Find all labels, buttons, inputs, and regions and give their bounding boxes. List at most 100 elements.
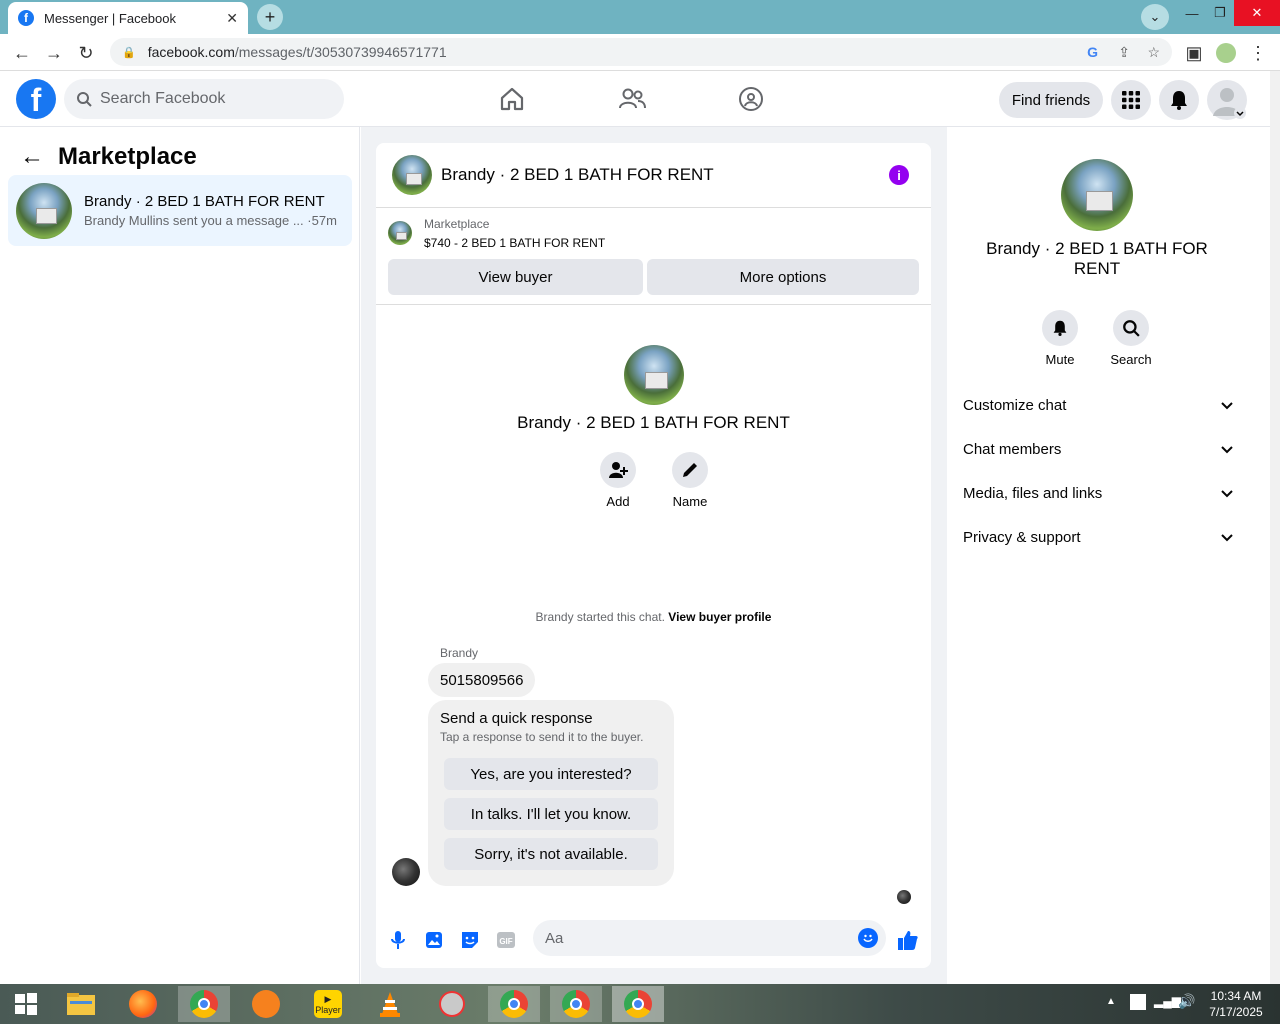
view-buyer-profile-link[interactable]: View buyer profile bbox=[668, 610, 771, 624]
magnifier-icon bbox=[1113, 310, 1149, 346]
groups-icon[interactable] bbox=[737, 85, 765, 113]
forward-arrow-icon[interactable]: → bbox=[42, 41, 66, 65]
browser-tab-strip: f Messenger | Facebook ✕ + ⌄ — ❐ ✕ bbox=[0, 0, 1280, 34]
photo-icon[interactable] bbox=[422, 928, 446, 952]
emoji-icon[interactable] bbox=[858, 928, 878, 948]
notifications-bell-icon[interactable] bbox=[1159, 80, 1199, 120]
edit-name-button[interactable]: Name bbox=[660, 452, 720, 509]
chat-header: Brandy · 2 BED 1 BATH FOR RENT i bbox=[376, 143, 931, 208]
listing-title[interactable]: $740 - 2 BED 1 BATH FOR RENT bbox=[424, 236, 605, 250]
view-buyer-button[interactable]: View buyer bbox=[388, 259, 643, 295]
conversation-list-panel: ← Marketplace Brandy · 2 BED 1 BATH FOR … bbox=[0, 127, 360, 984]
chat-avatar[interactable] bbox=[392, 155, 432, 195]
microphone-icon[interactable] bbox=[386, 928, 410, 952]
section-label: Customize chat bbox=[963, 396, 1067, 414]
sender-avatar bbox=[392, 858, 420, 886]
back-arrow-icon[interactable]: ← bbox=[10, 41, 34, 65]
new-tab-button[interactable]: + bbox=[257, 4, 283, 30]
system-clock[interactable]: 10:34 AM 7/17/2025 bbox=[1200, 988, 1272, 1020]
flag-icon[interactable] bbox=[1130, 994, 1146, 1010]
share-icon[interactable]: ⇪ bbox=[1118, 44, 1130, 61]
media-player-icon[interactable]: ▶ Player bbox=[302, 986, 354, 1022]
file-explorer-icon[interactable] bbox=[55, 986, 107, 1022]
mute-button[interactable]: Mute bbox=[1030, 310, 1090, 367]
search-facebook-input[interactable]: Search Facebook bbox=[64, 79, 344, 119]
search-in-chat-button[interactable]: Search bbox=[1101, 310, 1161, 367]
chat-area: Brandy · 2 BED 1 BATH FOR RENT i Marketp… bbox=[361, 127, 947, 984]
app-feather-icon[interactable] bbox=[426, 986, 478, 1022]
message-composer: GIF Aa bbox=[376, 918, 931, 963]
google-icon[interactable]: G bbox=[1087, 44, 1098, 60]
chat-window: Brandy · 2 BED 1 BATH FOR RENT i Marketp… bbox=[376, 143, 931, 968]
firefox-icon[interactable] bbox=[117, 986, 169, 1022]
chrome-profile-2-icon[interactable] bbox=[488, 986, 540, 1022]
close-tab-icon[interactable]: ✕ bbox=[226, 10, 238, 27]
uc-browser-icon[interactable] bbox=[240, 986, 292, 1022]
chat-members-section[interactable]: Chat members bbox=[963, 437, 1233, 461]
panel-title: ← Marketplace bbox=[20, 143, 197, 171]
profile-icon[interactable] bbox=[1214, 41, 1238, 65]
chevron-down-icon bbox=[1221, 485, 1233, 502]
tab-search-icon[interactable]: ⌄ bbox=[1141, 4, 1169, 30]
media-files-links-section[interactable]: Media, files and links bbox=[963, 481, 1233, 505]
quick-response-card: Send a quick response Tap a response to … bbox=[428, 700, 674, 886]
thumbs-up-icon[interactable] bbox=[896, 928, 920, 952]
home-icon[interactable] bbox=[498, 85, 526, 113]
add-people-button[interactable]: Add bbox=[588, 452, 648, 509]
listing-thumbnail bbox=[388, 221, 412, 245]
chrome-menu-icon[interactable]: ⋮ bbox=[1246, 41, 1270, 65]
chat-title[interactable]: Brandy · 2 BED 1 BATH FOR RENT bbox=[441, 165, 714, 185]
side-panel-icon[interactable]: ▣ bbox=[1182, 41, 1206, 65]
sticker-icon[interactable] bbox=[458, 928, 482, 952]
add-person-icon bbox=[600, 452, 636, 488]
restore-icon[interactable]: ❐ bbox=[1206, 0, 1234, 26]
more-options-button[interactable]: More options bbox=[647, 259, 919, 295]
reload-icon[interactable]: ↻ bbox=[74, 41, 98, 65]
menu-grid-icon[interactable] bbox=[1111, 80, 1151, 120]
address-bar[interactable]: 🔒 facebook.com/messages/t/30530739946571… bbox=[110, 38, 1172, 66]
bookmark-star-icon[interactable]: ☆ bbox=[1147, 44, 1160, 61]
chevron-down-icon bbox=[1221, 529, 1233, 546]
quick-response-in-talks-button[interactable]: In talks. I'll let you know. bbox=[444, 798, 658, 830]
tray-chevron-up-icon[interactable]: ▲ bbox=[1106, 996, 1116, 1007]
friends-icon[interactable] bbox=[618, 85, 646, 113]
message-bubble[interactable]: 5015809566 bbox=[428, 663, 536, 697]
facebook-header: f Search Facebook Find friends bbox=[0, 71, 1270, 127]
sender-name: Brandy bbox=[440, 646, 479, 660]
section-label: Chat members bbox=[963, 440, 1062, 458]
chat-started-notice: Brandy started this chat. View buyer pro… bbox=[376, 610, 931, 624]
facebook-favicon-icon: f bbox=[18, 10, 34, 26]
back-arrow-icon[interactable]: ← bbox=[20, 143, 44, 171]
volume-icon[interactable]: 🔊 bbox=[1178, 993, 1195, 1010]
pencil-icon bbox=[672, 452, 708, 488]
browser-tab[interactable]: f Messenger | Facebook ✕ bbox=[8, 2, 248, 34]
chrome-profile-3-icon[interactable] bbox=[550, 986, 602, 1022]
chat-profile-avatar bbox=[624, 345, 684, 405]
network-icon[interactable]: ▂▄▆ bbox=[1154, 994, 1181, 1008]
marketplace-listing-banner: Marketplace $740 - 2 BED 1 BATH FOR RENT… bbox=[376, 209, 931, 305]
info-icon[interactable]: i bbox=[889, 165, 909, 185]
bell-icon bbox=[1042, 310, 1078, 346]
facebook-logo-icon[interactable]: f bbox=[16, 79, 56, 119]
message-input[interactable]: Aa bbox=[533, 920, 886, 956]
find-friends-button[interactable]: Find friends bbox=[999, 82, 1103, 118]
add-label: Add bbox=[606, 494, 630, 509]
conversation-item[interactable]: Brandy · 2 BED 1 BATH FOR RENT Brandy Mu… bbox=[8, 175, 352, 246]
customize-chat-section[interactable]: Customize chat bbox=[963, 393, 1233, 417]
page-scrollbar[interactable] bbox=[1270, 71, 1280, 984]
chat-details-panel: Brandy · 2 BED 1 BATH FOR RENT Mute Sear… bbox=[947, 143, 1247, 968]
chrome-profile-1-icon[interactable] bbox=[178, 986, 230, 1022]
details-name: Brandy · 2 BED 1 BATH FOR RENT bbox=[986, 239, 1208, 278]
quick-response-yes-button[interactable]: Yes, are you interested? bbox=[444, 758, 658, 790]
chevron-down-icon bbox=[1221, 441, 1233, 458]
quick-response-not-available-button[interactable]: Sorry, it's not available. bbox=[444, 838, 658, 870]
vlc-icon[interactable] bbox=[364, 986, 416, 1022]
privacy-support-section[interactable]: Privacy & support bbox=[963, 525, 1233, 549]
minimize-icon[interactable]: — bbox=[1178, 0, 1206, 26]
windows-start-icon[interactable] bbox=[0, 986, 52, 1022]
window-close-icon[interactable]: ✕ bbox=[1234, 0, 1280, 26]
chrome-profile-4-icon[interactable] bbox=[612, 986, 664, 1022]
message-input-placeholder: Aa bbox=[545, 929, 564, 947]
account-avatar-icon[interactable] bbox=[1207, 80, 1247, 120]
gif-icon[interactable]: GIF bbox=[494, 928, 518, 952]
